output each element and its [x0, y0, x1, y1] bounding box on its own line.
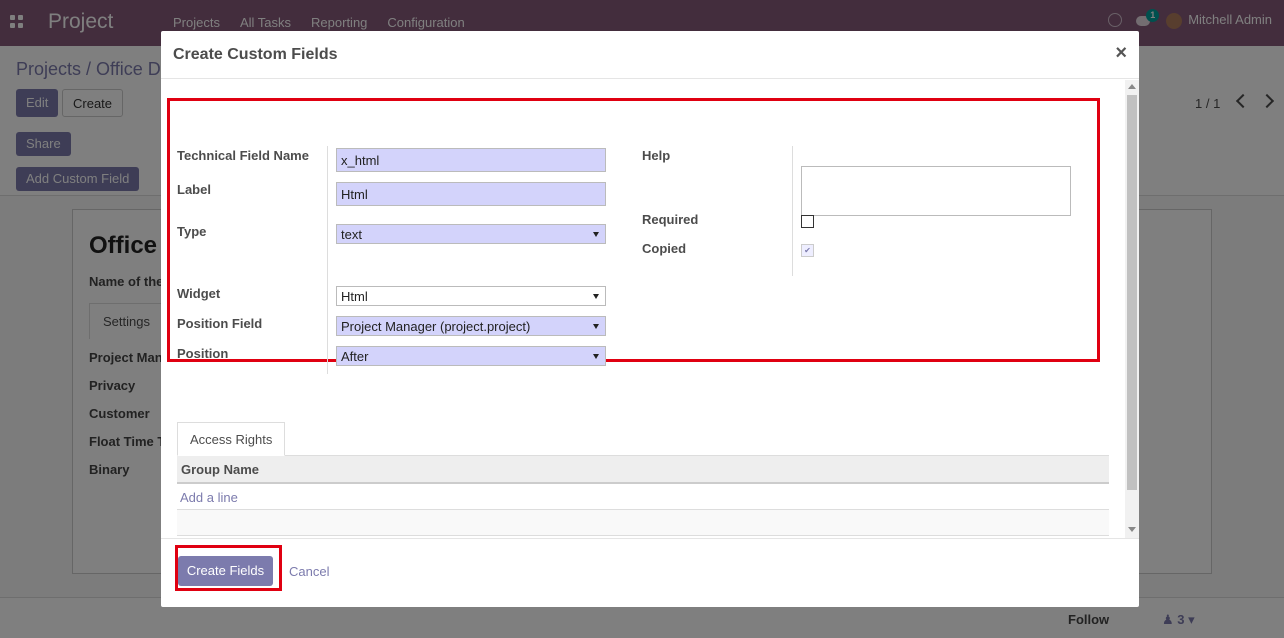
position-field-value: Project Manager (project.project) — [341, 319, 531, 334]
notebook-tabs: Access Rights — [177, 422, 1109, 456]
scroll-thumb[interactable] — [1127, 95, 1137, 490]
label-input[interactable]: Html — [336, 182, 606, 206]
table-row: Add a line — [177, 484, 1109, 510]
widget-value: Html — [341, 289, 368, 304]
technical-name-input[interactable]: x_html — [336, 148, 606, 172]
widget-select[interactable]: Html — [336, 286, 606, 306]
scroll-up-icon[interactable] — [1128, 84, 1136, 89]
label-label: Label — [177, 182, 211, 197]
help-label: Help — [642, 148, 671, 163]
modal-title: Create Custom Fields — [173, 46, 338, 63]
close-icon[interactable]: × — [1115, 42, 1127, 65]
required-label: Required — [642, 212, 699, 227]
caret-down-icon — [593, 232, 599, 237]
type-value: text — [341, 227, 362, 242]
table-header-group-name: Group Name — [177, 456, 1109, 484]
position-value: After — [341, 349, 369, 364]
caret-down-icon — [593, 294, 599, 299]
column-divider — [792, 146, 793, 276]
help-textarea[interactable] — [801, 166, 1071, 216]
copied-checkbox: ✔ — [801, 244, 814, 257]
form-highlight-box — [167, 98, 1100, 362]
modal-header: Create Custom Fields × — [161, 31, 1139, 79]
caret-down-icon — [593, 354, 599, 359]
table-row — [177, 510, 1109, 536]
position-select[interactable]: After — [336, 346, 606, 366]
create-custom-fields-dialog: Create Custom Fields × Technical Field N… — [161, 31, 1139, 607]
column-divider — [327, 146, 328, 374]
required-checkbox[interactable] — [801, 215, 814, 228]
modal-footer: Create Fields Cancel — [161, 538, 1139, 607]
position-field-label: Position Field — [177, 316, 263, 331]
modal-scrollbar[interactable] — [1125, 80, 1139, 538]
modal-body: Technical Field Name x_html Label Html T… — [161, 80, 1139, 538]
copied-label: Copied — [642, 241, 687, 256]
button-highlight-box — [175, 545, 282, 591]
type-select[interactable]: text — [336, 224, 606, 244]
position-field-select[interactable]: Project Manager (project.project) — [336, 316, 606, 336]
position-label: Position — [177, 346, 229, 361]
technical-name-label: Technical Field Name — [177, 148, 309, 163]
add-a-line-link[interactable]: Add a line — [180, 490, 238, 505]
widget-label: Widget — [177, 286, 221, 301]
cancel-button[interactable]: Cancel — [289, 564, 329, 579]
type-label: Type — [177, 224, 207, 239]
scroll-down-icon[interactable] — [1128, 527, 1136, 532]
tab-access-rights[interactable]: Access Rights — [177, 422, 286, 456]
caret-down-icon — [593, 324, 599, 329]
